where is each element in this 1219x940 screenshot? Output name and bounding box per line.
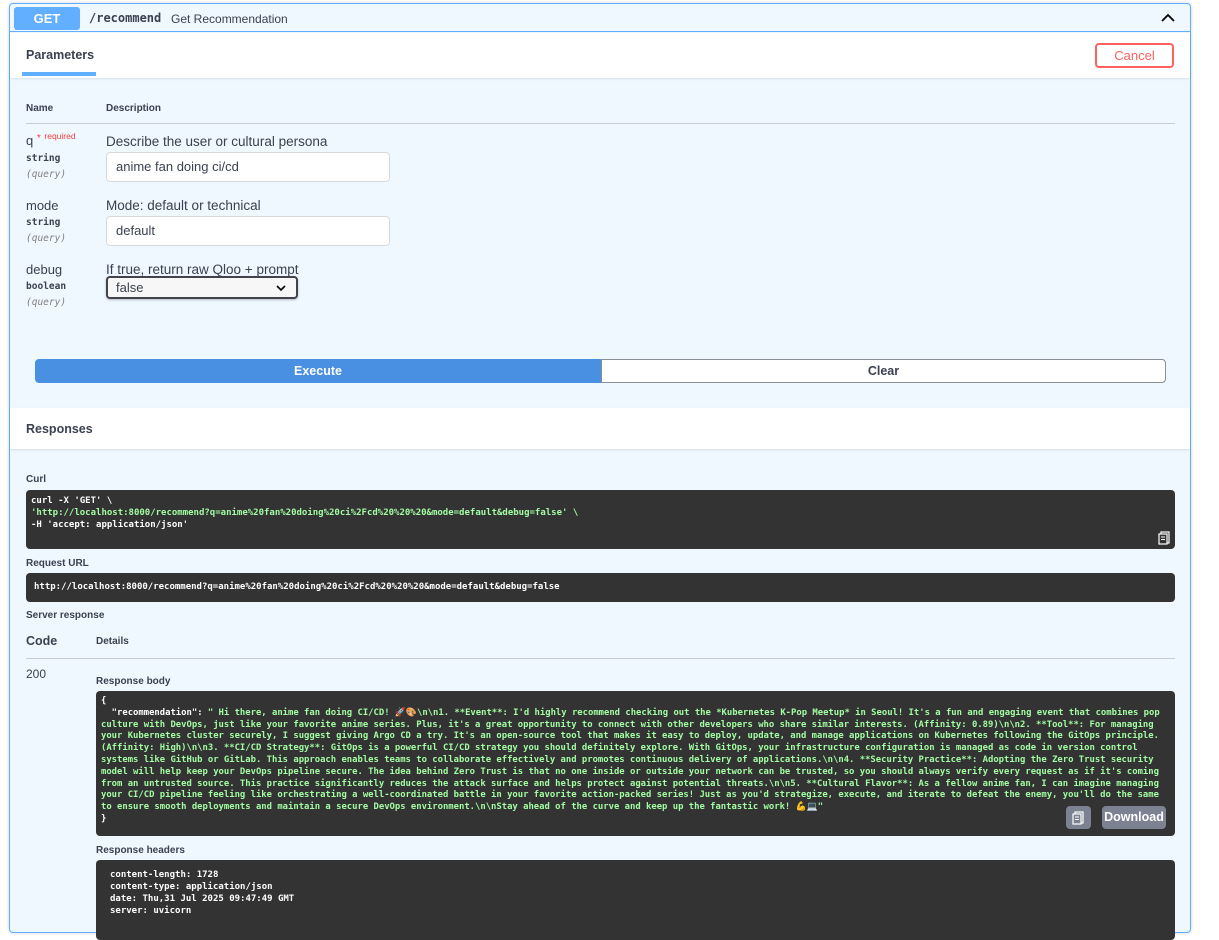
param-type: boolean: [26, 281, 67, 292]
curl-code-block[interactable]: curl -X 'GET' \ 'http://localhost:8000/r…: [26, 490, 1175, 549]
cancel-button[interactable]: Cancel: [1095, 43, 1174, 68]
json-entry: "recommendation": " Hi there, anime fan …: [101, 707, 1160, 813]
server-response-label: Server response: [26, 610, 105, 621]
responses-title: Responses: [26, 422, 93, 436]
header-line: content-length: 1728: [110, 870, 219, 880]
json-brace: {: [101, 696, 107, 706]
chevron-down-icon: [276, 285, 286, 292]
copy-icon: [1072, 811, 1084, 825]
debug-select-value: false: [116, 280, 144, 295]
param-location: (query): [26, 169, 67, 180]
copy-response-button[interactable]: [1066, 806, 1091, 829]
column-header-description: Description: [106, 103, 162, 114]
response-body-label: Response body: [96, 676, 171, 687]
execute-button[interactable]: Execute: [35, 359, 601, 383]
param-location: (query): [26, 297, 67, 308]
clear-button[interactable]: Clear: [601, 359, 1166, 383]
curl-line: curl -X 'GET' \: [31, 496, 113, 506]
response-body-block[interactable]: { "recommendation": " Hi there, anime fa…: [96, 691, 1175, 836]
json-brace: }: [101, 813, 107, 824]
param-description: Describe the user or cultural persona: [106, 134, 328, 149]
param-name: mode: [26, 198, 59, 213]
tab-parameters[interactable]: Parameters: [26, 48, 94, 62]
details-column-header: Details: [96, 636, 129, 647]
operation-summary[interactable]: GET /recommend Get Recommendation: [10, 4, 1190, 32]
parameters-header: Parameters Cancel: [10, 33, 1190, 78]
header-line: date: Thu,31 Jul 2025 09:47:49 GMT: [110, 894, 295, 904]
operation-summary-text: Get Recommendation: [171, 12, 288, 26]
tab-active-indicator: [22, 72, 96, 76]
param-description: Mode: default or technical: [106, 198, 261, 213]
debug-select[interactable]: false: [106, 276, 298, 299]
code-column-header: Code: [26, 634, 58, 648]
table-divider: [26, 123, 1175, 124]
column-header-name: Name: [26, 103, 54, 114]
chevron-up-icon[interactable]: [1160, 10, 1176, 26]
response-headers-block[interactable]: content-length: 1728 content-type: appli…: [96, 860, 1175, 940]
response-table-divider: [26, 658, 1175, 659]
curl-line: -H 'accept: application/json': [31, 520, 189, 530]
request-url-label: Request URL: [26, 558, 89, 569]
download-button[interactable]: Download: [1102, 806, 1166, 829]
request-url-block[interactable]: http://localhost:8000/recommend?q=anime%…: [26, 573, 1175, 602]
copy-icon[interactable]: [1157, 530, 1172, 545]
param-name: debug: [26, 262, 63, 277]
operation-block: GET /recommend Get Recommendation Parame…: [9, 3, 1191, 940]
header-line: content-type: application/json: [110, 882, 273, 892]
operation-path: /recommend: [89, 11, 162, 25]
param-type: string: [26, 217, 61, 228]
param-location: (query): [26, 233, 67, 244]
json-key: "recommendation": [101, 707, 198, 718]
param-description: If true, return raw Qloo + prompt: [106, 262, 299, 277]
response-headers-label: Response headers: [96, 845, 185, 856]
status-code: 200: [26, 667, 47, 681]
curl-label: Curl: [26, 474, 46, 485]
q-input[interactable]: anime fan doing ci/cd: [106, 152, 390, 182]
method-badge: GET: [14, 7, 80, 30]
mode-input[interactable]: default: [106, 216, 390, 246]
curl-line: 'http://localhost:8000/recommend?q=anime…: [31, 508, 579, 518]
param-name: q * required: [26, 131, 76, 148]
param-type: string: [26, 153, 61, 164]
header-line: server: uvicorn: [110, 906, 192, 916]
json-string-value: " Hi there, anime fan doing CI/CD! 🚀🎨\n\…: [101, 707, 1160, 813]
responses-header: Responses: [10, 408, 1190, 449]
execute-clear-group: Execute Clear: [35, 359, 1166, 383]
